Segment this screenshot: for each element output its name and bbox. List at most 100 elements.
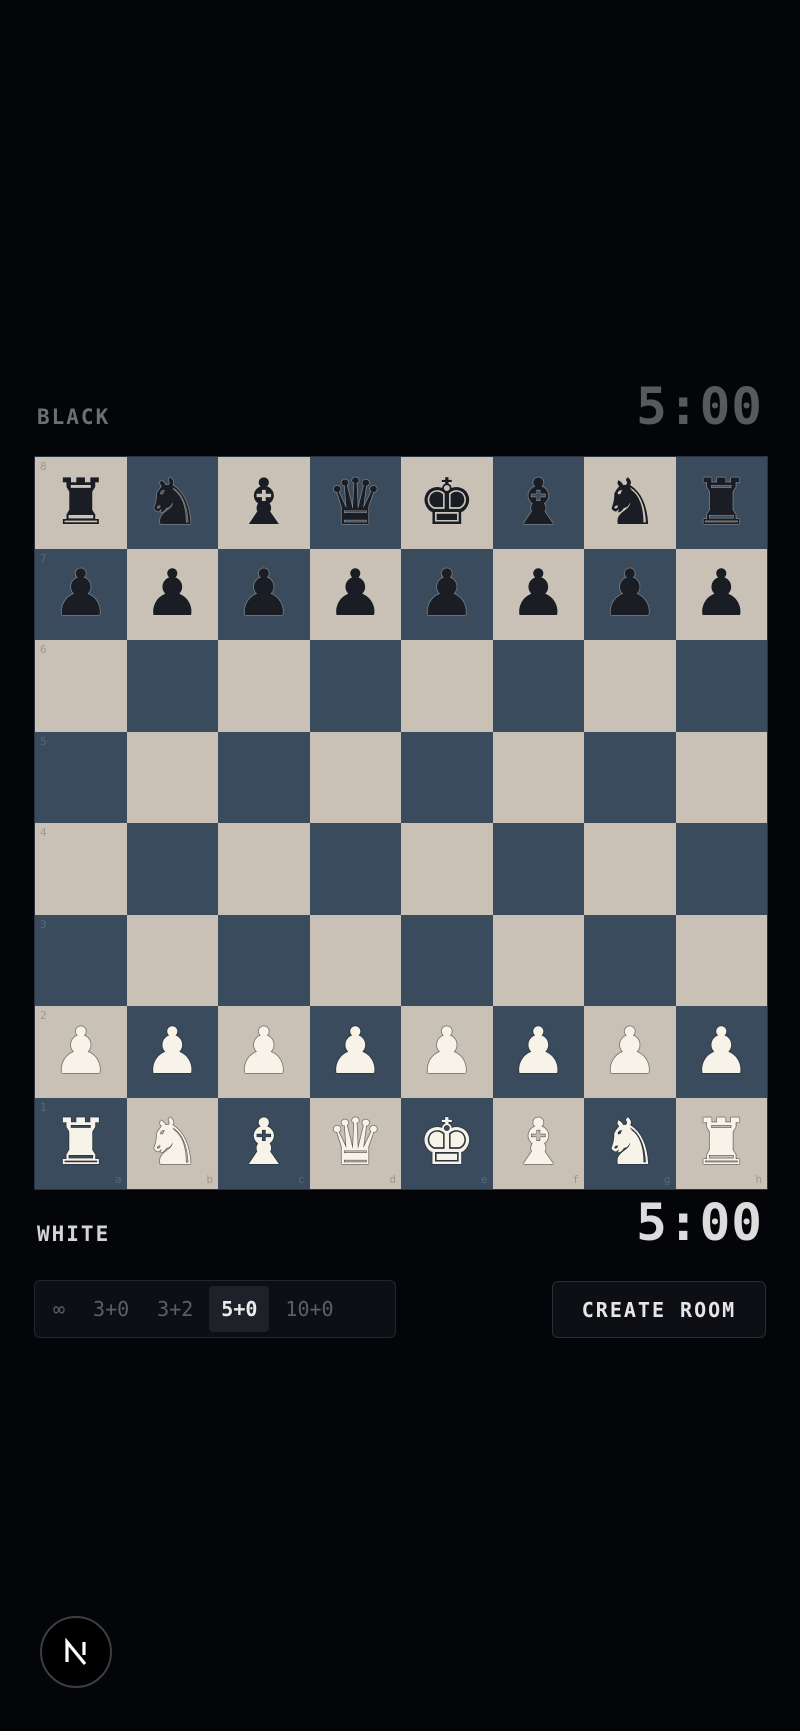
black-rook-piece[interactable]: ♜ — [52, 471, 109, 535]
square-d5[interactable] — [309, 731, 401, 823]
square-c7[interactable]: ♟ — [218, 548, 310, 640]
square-a1[interactable]: 1 a ♜ — [35, 1097, 127, 1189]
square-f3[interactable] — [492, 914, 584, 1006]
square-e4[interactable] — [401, 823, 493, 915]
square-f7[interactable]: ♟ — [492, 548, 584, 640]
white-pawn-piece[interactable]: ♟ — [235, 1020, 292, 1084]
square-d6[interactable] — [309, 640, 401, 732]
time-control-option[interactable]: 5+0 — [209, 1286, 270, 1332]
black-king-piece[interactable]: ♚ — [418, 471, 475, 535]
black-knight-piece[interactable]: ♞ — [601, 471, 658, 535]
square-f8[interactable]: ♝ — [492, 457, 584, 549]
black-knight-piece[interactable]: ♞ — [144, 471, 201, 535]
square-c3[interactable] — [218, 914, 310, 1006]
square-f5[interactable] — [492, 731, 584, 823]
square-c5[interactable] — [218, 731, 310, 823]
black-pawn-piece[interactable]: ♟ — [144, 562, 201, 626]
square-d4[interactable] — [309, 823, 401, 915]
square-c8[interactable]: ♝ — [218, 457, 310, 549]
square-g4[interactable] — [584, 823, 676, 915]
square-d2[interactable]: ♟ — [309, 1006, 401, 1098]
square-h5[interactable] — [675, 731, 767, 823]
square-e2[interactable]: ♟ — [401, 1006, 493, 1098]
black-pawn-piece[interactable]: ♟ — [235, 562, 292, 626]
black-pawn-piece[interactable]: ♟ — [52, 562, 109, 626]
black-pawn-piece[interactable]: ♟ — [510, 562, 567, 626]
square-h4[interactable] — [675, 823, 767, 915]
square-f2[interactable]: ♟ — [492, 1006, 584, 1098]
white-rook-piece[interactable]: ♜ — [693, 1111, 750, 1175]
square-b1[interactable]: b ♞ — [126, 1097, 218, 1189]
square-a7[interactable]: 7 ♟ — [35, 548, 127, 640]
square-c2[interactable]: ♟ — [218, 1006, 310, 1098]
square-b5[interactable] — [126, 731, 218, 823]
square-g7[interactable]: ♟ — [584, 548, 676, 640]
square-a2[interactable]: 2 ♟ — [35, 1006, 127, 1098]
white-bishop-piece[interactable]: ♝ — [510, 1111, 567, 1175]
black-pawn-piece[interactable]: ♟ — [601, 562, 658, 626]
black-pawn-piece[interactable]: ♟ — [693, 562, 750, 626]
black-bishop-piece[interactable]: ♝ — [510, 471, 567, 535]
square-d1[interactable]: d ♛ — [309, 1097, 401, 1189]
white-pawn-piece[interactable]: ♟ — [327, 1020, 384, 1084]
white-rook-piece[interactable]: ♜ — [52, 1111, 109, 1175]
white-pawn-piece[interactable]: ♟ — [52, 1020, 109, 1084]
black-bishop-piece[interactable]: ♝ — [235, 471, 292, 535]
square-c1[interactable]: c ♝ — [218, 1097, 310, 1189]
time-control-option[interactable]: 3+2 — [145, 1286, 205, 1332]
square-d8[interactable]: ♛ — [309, 457, 401, 549]
square-b6[interactable] — [126, 640, 218, 732]
black-queen-piece[interactable]: ♛ — [327, 471, 384, 535]
square-e1[interactable]: e ♚ — [401, 1097, 493, 1189]
square-g3[interactable] — [584, 914, 676, 1006]
square-h3[interactable] — [675, 914, 767, 1006]
white-knight-piece[interactable]: ♞ — [144, 1111, 201, 1175]
white-pawn-piece[interactable]: ♟ — [601, 1020, 658, 1084]
square-e7[interactable]: ♟ — [401, 548, 493, 640]
square-g2[interactable]: ♟ — [584, 1006, 676, 1098]
time-control-option[interactable]: 3+0 — [81, 1286, 141, 1332]
white-pawn-piece[interactable]: ♟ — [418, 1020, 475, 1084]
square-b2[interactable]: ♟ — [126, 1006, 218, 1098]
next-logo-badge[interactable] — [40, 1616, 112, 1688]
white-bishop-piece[interactable]: ♝ — [235, 1111, 292, 1175]
square-e5[interactable] — [401, 731, 493, 823]
square-h2[interactable]: ♟ — [675, 1006, 767, 1098]
square-f4[interactable] — [492, 823, 584, 915]
square-g1[interactable]: g ♞ — [584, 1097, 676, 1189]
square-h6[interactable] — [675, 640, 767, 732]
square-e6[interactable] — [401, 640, 493, 732]
square-a3[interactable]: 3 — [35, 914, 127, 1006]
time-control-option[interactable]: ∞ — [41, 1286, 77, 1332]
square-g6[interactable] — [584, 640, 676, 732]
square-h8[interactable]: ♜ — [675, 457, 767, 549]
square-c6[interactable] — [218, 640, 310, 732]
black-pawn-piece[interactable]: ♟ — [418, 562, 475, 626]
square-a6[interactable]: 6 — [35, 640, 127, 732]
black-rook-piece[interactable]: ♜ — [693, 471, 750, 535]
black-pawn-piece[interactable]: ♟ — [327, 562, 384, 626]
square-b7[interactable]: ♟ — [126, 548, 218, 640]
square-b3[interactable] — [126, 914, 218, 1006]
square-b4[interactable] — [126, 823, 218, 915]
square-a8[interactable]: 8 ♜ — [35, 457, 127, 549]
square-b8[interactable]: ♞ — [126, 457, 218, 549]
square-f1[interactable]: f ♝ — [492, 1097, 584, 1189]
square-d7[interactable]: ♟ — [309, 548, 401, 640]
square-a5[interactable]: 5 — [35, 731, 127, 823]
white-knight-piece[interactable]: ♞ — [601, 1111, 658, 1175]
white-pawn-piece[interactable]: ♟ — [144, 1020, 201, 1084]
time-control-option[interactable]: 10+0 — [273, 1286, 345, 1332]
square-h1[interactable]: h ♜ — [675, 1097, 767, 1189]
square-e3[interactable] — [401, 914, 493, 1006]
square-c4[interactable] — [218, 823, 310, 915]
white-queen-piece[interactable]: ♛ — [327, 1111, 384, 1175]
square-h7[interactable]: ♟ — [675, 548, 767, 640]
square-a4[interactable]: 4 — [35, 823, 127, 915]
square-g5[interactable] — [584, 731, 676, 823]
create-room-button[interactable]: CREATE ROOM — [552, 1281, 766, 1338]
white-pawn-piece[interactable]: ♟ — [510, 1020, 567, 1084]
square-g8[interactable]: ♞ — [584, 457, 676, 549]
square-d3[interactable] — [309, 914, 401, 1006]
white-pawn-piece[interactable]: ♟ — [693, 1020, 750, 1084]
